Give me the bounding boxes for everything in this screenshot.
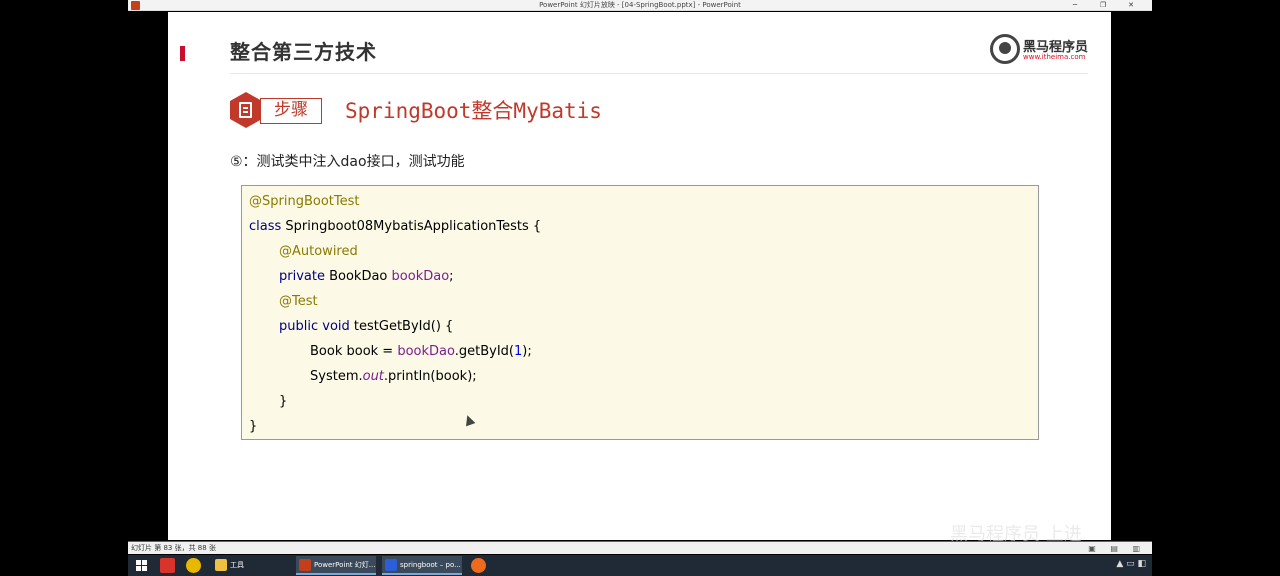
- instruction-text: ⑤：测试类中注入dao接口，测试功能: [230, 154, 465, 170]
- close-button[interactable]: ✕: [1118, 0, 1144, 11]
- taskbar: 工具 PowerPoint 幻灯... springboot – po... ▲…: [128, 555, 1152, 576]
- system-tray[interactable]: ▲ ▭ ◧: [1116, 559, 1146, 569]
- code-line-6: public void testGetById() {: [279, 319, 454, 334]
- taskbar-intellij[interactable]: springboot – po...: [382, 556, 462, 575]
- header-accent-bar: [180, 46, 185, 61]
- powerpoint-taskbar-icon: [299, 559, 311, 571]
- slide-counter: 幻灯片 第 83 张，共 88 张: [131, 544, 216, 552]
- app-icon[interactable]: [160, 558, 175, 573]
- itheima-logo: 黑马程序员 www.itheima.com: [990, 34, 1090, 64]
- window-title: PowerPoint 幻灯片放映 - [04-SpringBoot.pptx] …: [539, 1, 741, 9]
- folder-icon: [215, 559, 227, 571]
- powerpoint-title-bar: PowerPoint 幻灯片放映 - [04-SpringBoot.pptx] …: [128, 0, 1152, 11]
- header-divider: [230, 73, 1088, 74]
- step-label: 步骤: [260, 98, 322, 124]
- code-line-4: private BookDao bookDao;: [279, 269, 454, 284]
- minimize-button[interactable]: ─: [1062, 0, 1088, 11]
- code-line-9: }: [279, 394, 288, 409]
- status-bar: 幻灯片 第 83 张，共 88 张 ▣ ▤ ▥: [128, 541, 1152, 554]
- horse-logo-icon: [990, 34, 1020, 64]
- windows-start-icon[interactable]: [136, 560, 147, 571]
- code-line-5: @Test: [279, 294, 318, 309]
- taskbar-powerpoint[interactable]: PowerPoint 幻灯...: [296, 556, 376, 575]
- code-line-1: @SpringBootTest: [249, 194, 360, 209]
- code-line-7: Book book = bookDao.getById(1);: [310, 344, 532, 359]
- slide[interactable]: 整合第三方技术 黑马程序员 www.itheima.com 步骤 SpringB…: [168, 12, 1111, 540]
- code-line-3: @Autowired: [279, 244, 358, 259]
- code-line-10: }: [249, 419, 258, 434]
- slide-header-title: 整合第三方技术: [230, 40, 377, 64]
- intellij-icon: [385, 559, 397, 571]
- taskbar-explorer[interactable]: 工具: [212, 556, 290, 575]
- document-icon: [230, 92, 262, 128]
- screen: PowerPoint 幻灯片放映 - [04-SpringBoot.pptx] …: [0, 0, 1280, 576]
- maximize-button[interactable]: ❐: [1090, 0, 1116, 11]
- app2-icon[interactable]: [471, 558, 486, 573]
- code-line-2: class Springboot08MybatisApplicationTest…: [249, 219, 542, 234]
- code-block: @SpringBootTest class Springboot08Mybati…: [241, 185, 1039, 440]
- chrome-icon[interactable]: [186, 558, 201, 573]
- logo-url: www.itheima.com: [1023, 53, 1086, 61]
- step-title: SpringBoot整合MyBatis: [345, 99, 602, 123]
- view-controls[interactable]: ▣ ▤ ▥: [1088, 544, 1146, 553]
- code-line-8: System.out.println(book);: [310, 369, 477, 384]
